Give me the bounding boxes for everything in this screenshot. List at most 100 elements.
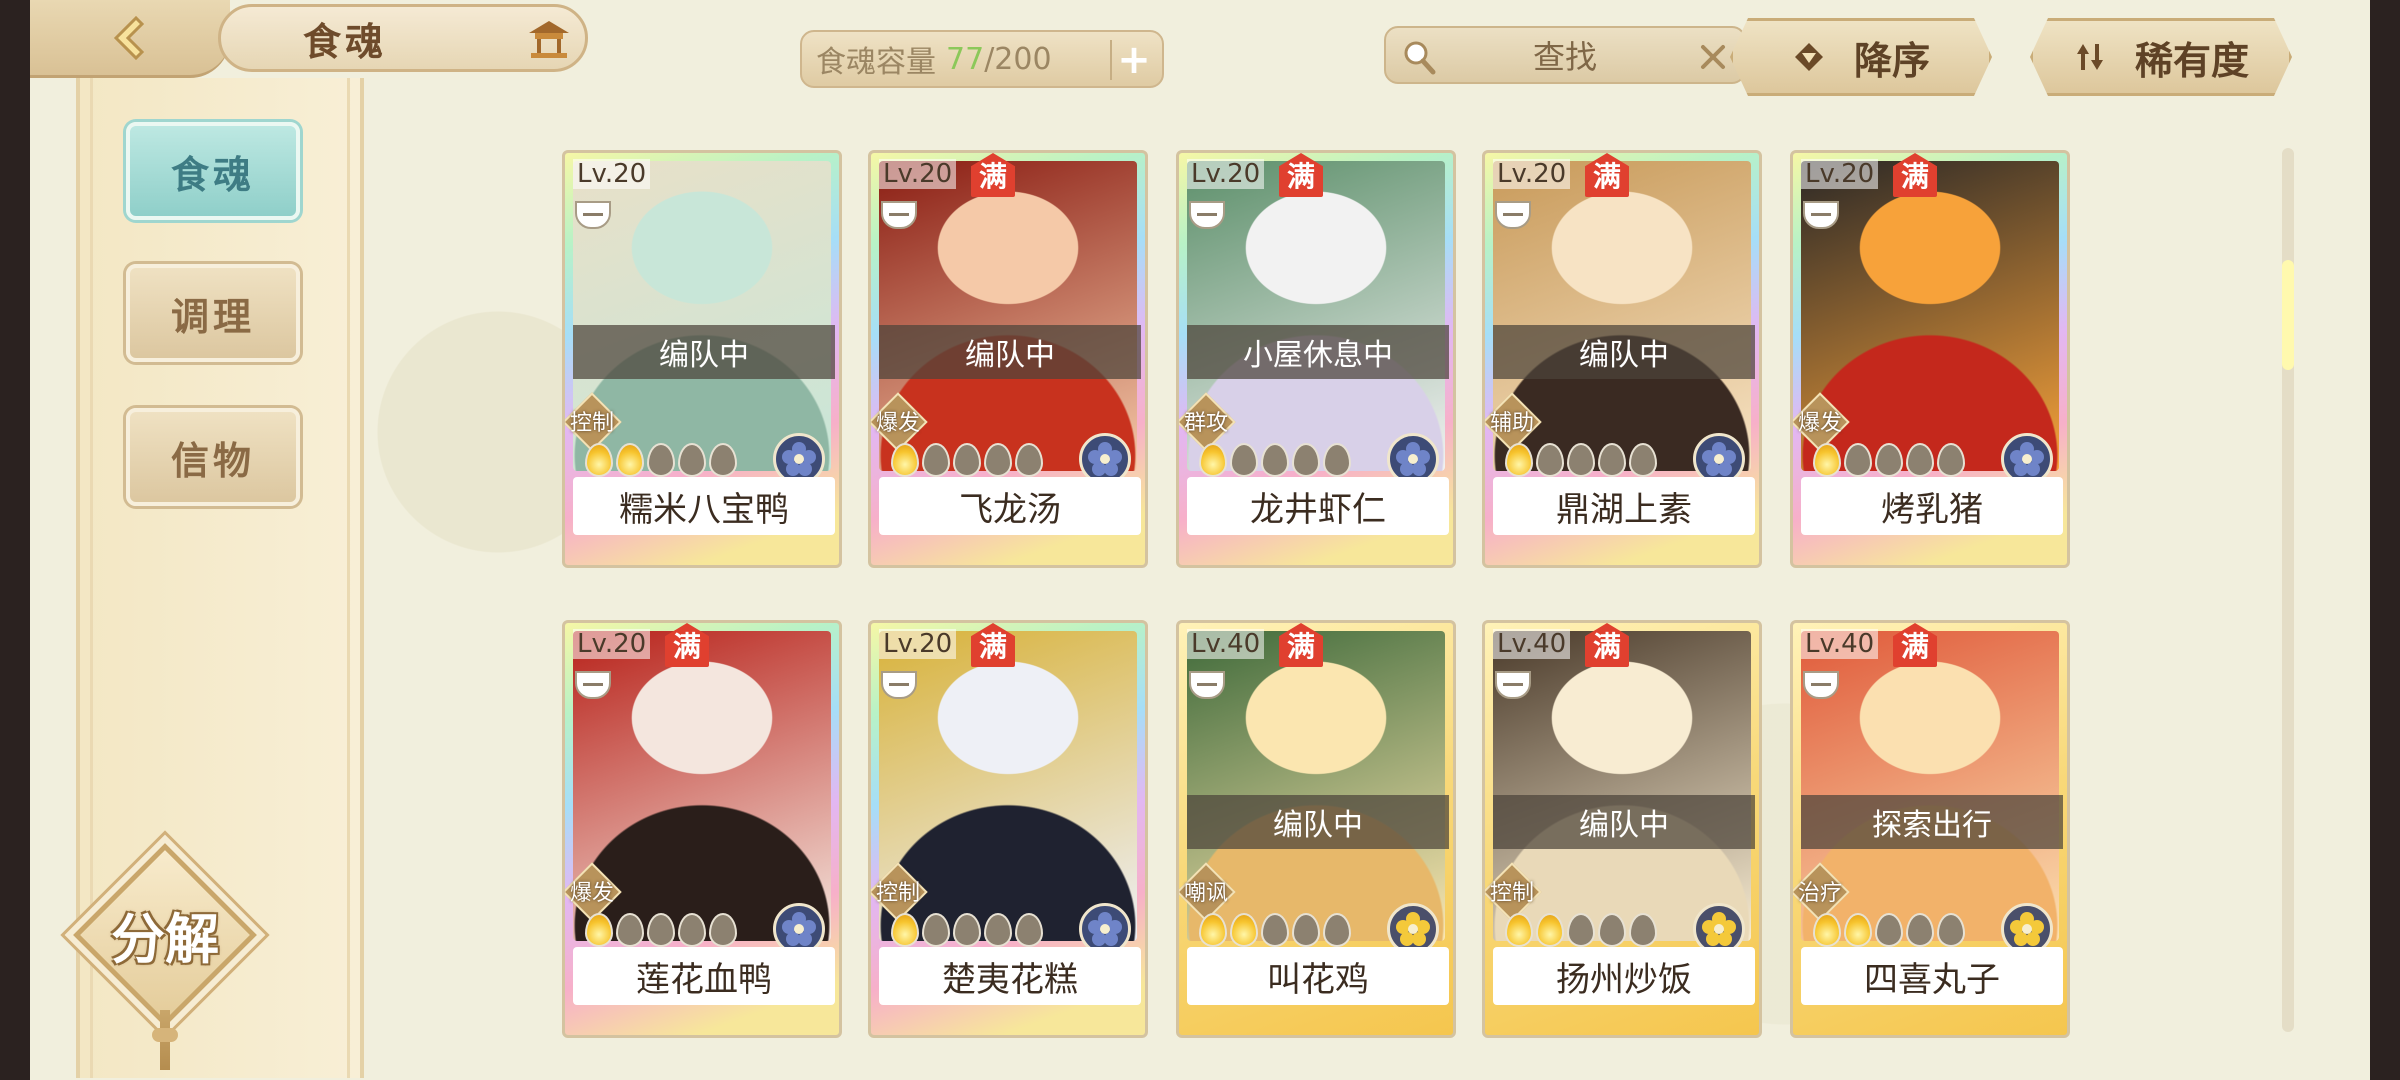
food-soul-card[interactable]: Lv.40 满编队中 控制 扬州炒饭 <box>1482 620 1762 1038</box>
search-icon <box>1404 41 1436 75</box>
search-label: 查找 <box>1532 38 1597 76</box>
capacity-add-button[interactable]: + <box>1110 37 1151 83</box>
flame-empty-icon <box>1875 443 1903 477</box>
flame-empty-icon <box>1261 443 1289 477</box>
flame-lit-icon <box>891 443 919 477</box>
bowl-icon <box>881 671 917 699</box>
character-name: 莲花血鸭 <box>573 947 835 1005</box>
sort-by-label: 稀有度 <box>2134 38 2249 83</box>
flame-empty-icon <box>1323 443 1351 477</box>
flame-lit-icon <box>1199 443 1227 477</box>
status-banner: 小屋休息中 <box>1187 325 1449 379</box>
flame-lit-icon <box>1505 443 1533 477</box>
blue-flower-icon <box>1088 912 1122 946</box>
capacity-display: 食魂容量 77 / 200 + <box>800 30 1164 88</box>
device-bezel-left <box>0 0 30 1080</box>
scrollbar[interactable] <box>2282 148 2294 1032</box>
back-button[interactable] <box>30 0 230 78</box>
bowl-icon <box>1495 671 1531 699</box>
tab-conditioning[interactable]: 调理 <box>126 264 300 362</box>
character-name: 楚夷花糕 <box>879 947 1141 1005</box>
flame-lit-icon <box>585 913 613 947</box>
flame-lit-icon <box>616 443 644 477</box>
food-soul-card[interactable]: Lv.20 满编队中 爆发 飞龙汤 <box>868 150 1148 568</box>
flame-empty-icon <box>678 443 706 477</box>
flame-lit-icon <box>1199 913 1227 947</box>
blue-flower-icon <box>782 442 816 476</box>
food-soul-card[interactable]: Lv.20 编队中 控制 糯米八宝鸭 <box>562 150 842 568</box>
level-label: Lv.40 <box>1187 629 1265 659</box>
pavilion-icon[interactable] <box>525 19 573 61</box>
food-soul-card[interactable]: Lv.20 满小屋休息中 群攻 龙井虾仁 <box>1176 150 1456 568</box>
tab-label: 信物 <box>170 437 255 483</box>
scrollbar-thumb[interactable] <box>2282 260 2294 370</box>
level-label: Lv.20 <box>1801 159 1879 189</box>
star-flames <box>1505 443 1657 479</box>
capacity-label: 食魂容量 <box>816 45 936 80</box>
flame-empty-icon <box>922 443 950 477</box>
star-flames <box>1199 443 1351 479</box>
status-banner: 编队中 <box>573 325 835 379</box>
flame-empty-icon <box>1536 443 1564 477</box>
food-soul-card[interactable]: Lv.20 满爆发 烤乳猪 <box>1790 150 2070 568</box>
flame-empty-icon <box>1598 913 1626 947</box>
decompose-label[interactable]: 分解 <box>90 895 240 974</box>
sort-order-button[interactable]: 降序 <box>1730 18 1992 96</box>
character-name: 龙井虾仁 <box>1187 477 1449 535</box>
role-label: 嘲讽 <box>1183 881 1228 906</box>
flame-empty-icon <box>1875 913 1903 947</box>
flame-lit-icon <box>585 443 613 477</box>
flame-lit-icon <box>1813 913 1841 947</box>
star-flames <box>1813 913 1965 949</box>
flame-empty-icon <box>1937 443 1965 477</box>
flame-empty-icon <box>984 443 1012 477</box>
bowl-icon <box>575 671 611 699</box>
status-banner: 探索出行 <box>1801 795 2063 849</box>
level-label: Lv.40 <box>1493 629 1571 659</box>
tab-label: 食魂 <box>170 151 255 197</box>
star-flames <box>1199 913 1351 949</box>
tab-food-souls[interactable]: 食魂 <box>126 122 300 220</box>
flame-lit-icon <box>1230 913 1258 947</box>
flame-empty-icon <box>1567 443 1595 477</box>
flame-empty-icon <box>1598 443 1626 477</box>
character-name: 糯米八宝鸭 <box>573 477 835 535</box>
level-label: Lv.20 <box>1493 159 1571 189</box>
search-box[interactable]: 查找 <box>1384 26 1746 84</box>
page-title-plate: 食魂 <box>218 4 588 72</box>
role-label: 辅助 <box>1489 411 1534 436</box>
tab-tokens[interactable]: 信物 <box>126 408 300 506</box>
status-banner: 编队中 <box>879 325 1141 379</box>
flame-empty-icon <box>1292 913 1320 947</box>
food-soul-card[interactable]: Lv.20 满爆发 莲花血鸭 <box>562 620 842 1038</box>
role-label: 爆发 <box>875 411 920 436</box>
max-level-badge: 满 <box>1585 623 1629 667</box>
level-label: Lv.20 <box>573 159 651 189</box>
role-label: 控制 <box>875 881 920 906</box>
food-soul-card[interactable]: Lv.20 满编队中 辅助 鼎湖上素 <box>1482 150 1762 568</box>
role-label: 控制 <box>1489 881 1534 906</box>
swap-arrows-icon <box>2073 40 2107 74</box>
role-label: 群攻 <box>1183 411 1228 436</box>
status-banner: 编队中 <box>1493 795 1755 849</box>
flame-lit-icon <box>891 913 919 947</box>
level-label: Lv.20 <box>879 629 957 659</box>
flame-empty-icon <box>709 443 737 477</box>
clear-icon[interactable] <box>1696 40 1730 74</box>
flame-lit-icon <box>1505 913 1533 947</box>
role-label: 治疗 <box>1797 881 1842 906</box>
capacity-max: 200 <box>994 41 1052 77</box>
food-soul-card[interactable]: Lv.40 满编队中 嘲讽 叫花鸡 <box>1176 620 1456 1038</box>
food-soul-card[interactable]: Lv.40 满探索出行 治疗 四喜丸子 <box>1790 620 2070 1038</box>
max-level-badge: 满 <box>971 153 1015 197</box>
sort-by-button[interactable]: 稀有度 <box>2030 18 2292 96</box>
food-soul-card[interactable]: Lv.20 满控制 楚夷花糕 <box>868 620 1148 1038</box>
flame-empty-icon <box>1261 913 1289 947</box>
star-flames <box>1505 913 1657 949</box>
flame-empty-icon <box>1844 443 1872 477</box>
bowl-icon <box>1189 671 1225 699</box>
flame-lit-icon <box>1536 913 1564 947</box>
max-level-badge: 满 <box>665 623 709 667</box>
tassel-ornament <box>152 1010 178 1070</box>
bowl-icon <box>1803 201 1839 229</box>
